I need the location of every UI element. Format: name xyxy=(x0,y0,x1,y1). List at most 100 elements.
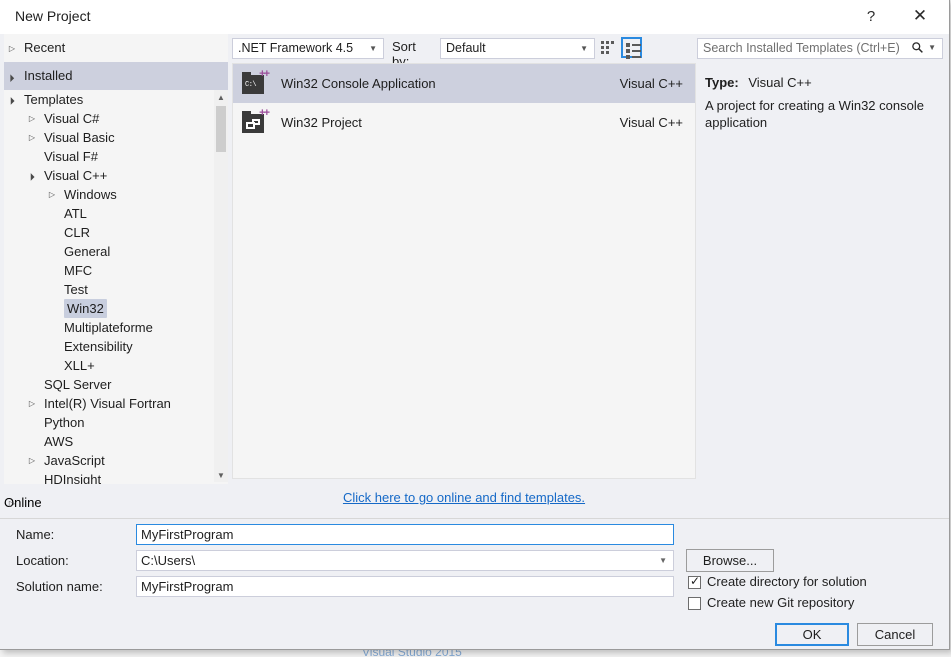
sidebar-item-label: Recent xyxy=(24,40,66,55)
tree-item-label: AWS xyxy=(44,434,74,449)
sidebar-item-recent[interactable]: Recent xyxy=(4,34,228,62)
tree-item-general[interactable]: General xyxy=(4,242,214,261)
location-label: Location: xyxy=(16,553,69,568)
tree-item-extensibility[interactable]: Extensibility xyxy=(4,337,214,356)
tree-item-hdinsight[interactable]: HDInsight xyxy=(4,470,214,484)
tree-item-templates[interactable]: Templates xyxy=(4,90,214,109)
tree-item-javascript[interactable]: JavaScript xyxy=(4,451,214,470)
tree-item-python[interactable]: Python xyxy=(4,413,214,432)
tree-item-label: Multiplateforme xyxy=(64,320,153,335)
template-list-item[interactable]: C:\ ++ Win32 Console Application Visual C++ xyxy=(233,64,695,103)
help-icon[interactable]: ? xyxy=(848,0,894,33)
expander-closed-icon[interactable] xyxy=(26,109,38,128)
expander-open-icon[interactable] xyxy=(6,90,18,110)
checkbox-unchecked-icon[interactable] xyxy=(688,597,701,610)
tree-item-xll[interactable]: XLL+ xyxy=(4,356,214,375)
tree-item-label: Visual Basic xyxy=(44,130,115,145)
tree-item-label: HDInsight xyxy=(44,472,102,484)
tree-item-visual-basic[interactable]: Visual Basic xyxy=(4,128,214,147)
medium-icons-icon[interactable] xyxy=(597,37,618,58)
tree-item-win32[interactable]: Win32 xyxy=(4,299,214,318)
tree-item-test[interactable]: Test xyxy=(4,280,214,299)
search-input[interactable]: Search Installed Templates (Ctrl+E) ▼ xyxy=(697,38,943,59)
tree-item-label: SQL Server xyxy=(44,377,112,392)
tree-item-sql-server[interactable]: SQL Server xyxy=(4,375,214,394)
expander-closed-icon[interactable] xyxy=(6,34,18,63)
name-value: MyFirstProgram xyxy=(141,527,234,542)
template-list-item[interactable]: ++ Win32 Project Visual C++ xyxy=(233,103,695,142)
expander-closed-icon[interactable] xyxy=(26,394,38,413)
tree-item-label: XLL+ xyxy=(64,358,95,373)
console-app-icon: C:\ ++ xyxy=(240,68,270,97)
tree-item-atl[interactable]: ATL xyxy=(4,204,214,223)
expander-closed-icon[interactable] xyxy=(46,185,58,204)
cancel-button[interactable]: Cancel xyxy=(857,623,933,646)
tree-item-clr[interactable]: CLR xyxy=(4,223,214,242)
dialog-title: New Project xyxy=(15,8,91,24)
tree-item-multiplateforme[interactable]: Multiplateforme xyxy=(4,318,214,337)
expander-closed-icon[interactable] xyxy=(6,493,18,514)
expander-closed-icon[interactable] xyxy=(26,128,38,147)
sort-value: Default xyxy=(446,41,486,55)
tree-item-label: JavaScript xyxy=(44,453,105,468)
tree-item-visual-c[interactable]: Visual C# xyxy=(4,109,214,128)
name-label: Name: xyxy=(16,527,55,542)
browse-button[interactable]: Browse... xyxy=(686,549,774,572)
scroll-down-icon[interactable]: ▼ xyxy=(214,468,228,482)
search-chevron-down-icon[interactable]: ▼ xyxy=(928,43,936,52)
create-git-repo-label: Create new Git repository xyxy=(707,595,855,610)
expander-open-icon[interactable] xyxy=(6,62,18,92)
tree-item-aws[interactable]: AWS xyxy=(4,432,214,451)
icon-prompt-text: C:\ xyxy=(245,81,257,89)
tree-scrollbar[interactable]: ▲ ▼ xyxy=(214,90,228,482)
tree-online-section[interactable]: Online xyxy=(4,493,228,513)
framework-value: .NET Framework 4.5 xyxy=(238,41,354,55)
ok-button[interactable]: OK xyxy=(775,623,849,646)
tree-item-label: Intel(R) Visual Fortran xyxy=(44,396,171,411)
template-language: Visual C++ xyxy=(619,115,683,130)
tree-item-label: Python xyxy=(44,415,85,430)
location-value: C:\Users\ xyxy=(141,553,196,568)
location-input[interactable]: C:\Users\ ▼ xyxy=(136,550,674,571)
chevron-down-icon[interactable]: ▼ xyxy=(659,551,667,570)
form-separator xyxy=(0,518,949,519)
template-list[interactable]: C:\ ++ Win32 Console Application Visual C++… xyxy=(232,63,696,479)
template-name: Win32 Console Application xyxy=(281,76,436,91)
online-templates-link[interactable]: Click here to go online and find templat… xyxy=(232,490,696,505)
tree-item-label: Windows xyxy=(64,187,117,202)
name-input[interactable]: MyFirstProgram xyxy=(136,524,674,545)
type-label: Type: xyxy=(705,75,739,90)
scrollbar-thumb[interactable] xyxy=(216,106,226,152)
solution-name-label: Solution name: xyxy=(16,579,103,594)
icon-plusplus-badge: ++ xyxy=(259,107,270,119)
solution-name-input[interactable]: MyFirstProgram xyxy=(136,576,674,597)
sidebar-item-label: Installed xyxy=(24,68,73,83)
expander-closed-icon[interactable] xyxy=(26,451,38,470)
scroll-up-icon[interactable]: ▲ xyxy=(214,90,228,104)
icon-plusplus-badge: ++ xyxy=(259,68,270,80)
tree-item-label: Visual F# xyxy=(44,149,98,164)
magnifier-icon[interactable] xyxy=(911,41,924,57)
search-placeholder: Search Installed Templates (Ctrl+E) xyxy=(703,41,900,55)
close-icon[interactable]: ✕ xyxy=(897,0,943,33)
template-name: Win32 Project xyxy=(281,115,362,130)
template-info-panel: Type: Visual C++ A project for creating … xyxy=(697,66,943,479)
tree-item-mfc[interactable]: MFC xyxy=(4,261,214,280)
sidebar-item-installed[interactable]: Installed xyxy=(4,62,228,90)
sort-by-dropdown[interactable]: Default ▼ xyxy=(440,38,595,59)
tree-scroll-area[interactable]: Templates Visual C# Visual Basic Visual F# V… xyxy=(4,90,228,484)
solution-value: MyFirstProgram xyxy=(141,579,234,594)
tree-item-visual-f[interactable]: Visual F# xyxy=(4,147,214,166)
framework-dropdown[interactable]: .NET Framework 4.5 ▼ xyxy=(232,38,384,59)
tree-item-label: Templates xyxy=(24,92,84,107)
tree-item-label: ATL xyxy=(64,206,87,221)
tree-item-visual-c[interactable]: Visual C++ xyxy=(4,166,214,185)
tree-item-intel-r-visual-fortran[interactable]: Intel(R) Visual Fortran xyxy=(4,394,214,413)
expander-open-icon[interactable] xyxy=(26,166,38,186)
checkbox-checked-icon[interactable] xyxy=(688,574,701,589)
tree-item-windows[interactable]: Windows xyxy=(4,185,214,204)
template-language: Visual C++ xyxy=(619,76,683,91)
list-view-icon[interactable] xyxy=(621,37,642,59)
tree-list: Templates Visual C# Visual Basic Visual F# V… xyxy=(4,90,214,484)
new-project-dialog: New Project ? ✕ Recent Installed Template… xyxy=(0,0,950,650)
